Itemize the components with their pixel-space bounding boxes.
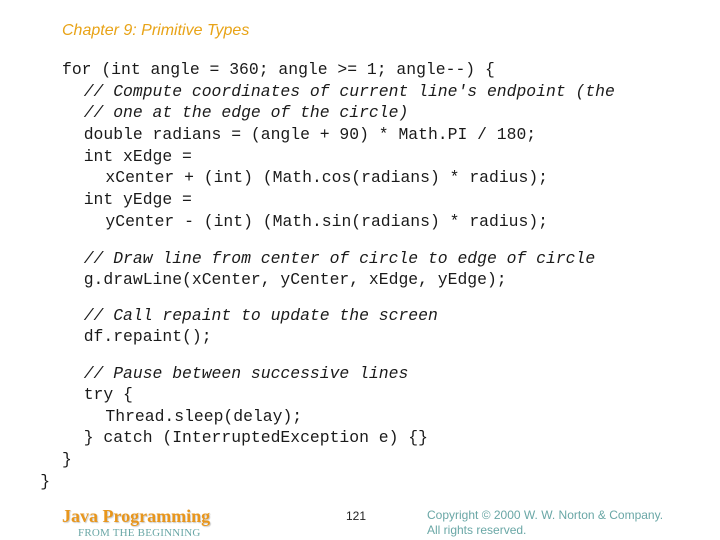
- code-comment-line: // one at the edge of the circle): [83, 103, 409, 122]
- code-comment-line: // Draw line from center of circle to ed…: [83, 249, 596, 268]
- code-line: try {: [83, 385, 133, 404]
- code-comment-line: // Compute coordinates of current line's…: [83, 82, 615, 101]
- code-line: int xEdge =: [83, 147, 192, 166]
- code-line: double radians = (angle + 90) * Math.PI …: [83, 125, 537, 144]
- code-comment-line: // Pause between successive lines: [83, 364, 409, 383]
- code-comment-line: // Call repaint to update the screen: [83, 306, 438, 325]
- code-line: int yEdge =: [83, 190, 192, 209]
- code-line: } catch (InterruptedException e) {}: [83, 428, 428, 447]
- code-line: Thread.sleep(delay);: [105, 407, 303, 426]
- slide-title: Chapter 9: Primitive Types: [62, 22, 250, 39]
- code-line: df.repaint();: [83, 327, 212, 346]
- copyright-line-2: All rights reserved.: [427, 523, 527, 537]
- code-line: yCenter - (int) (Math.sin(radians) * rad…: [105, 212, 549, 231]
- code-line: xCenter + (int) (Math.cos(radians) * rad…: [105, 168, 549, 187]
- logo-subtitle: FROM THE BEGINNING: [78, 527, 201, 539]
- copyright-line-1: Copyright © 2000 W. W. Norton & Company.: [427, 508, 664, 522]
- code-line: g.drawLine(xCenter, yCenter, xEdge, yEdg…: [83, 270, 507, 289]
- code-line: for (int angle = 360; angle >= 1; angle-…: [62, 60, 495, 79]
- code-closing-brace: }: [40, 472, 51, 491]
- logo-title: Java Programming: [62, 506, 211, 526]
- page-number: 121: [346, 509, 367, 523]
- book-logo: Java Programming FROM THE BEGINNING: [62, 506, 210, 540]
- code-closing-brace: }: [62, 450, 72, 469]
- copyright-notice: Copyright © 2000 W. W. Norton & Company.…: [427, 508, 663, 538]
